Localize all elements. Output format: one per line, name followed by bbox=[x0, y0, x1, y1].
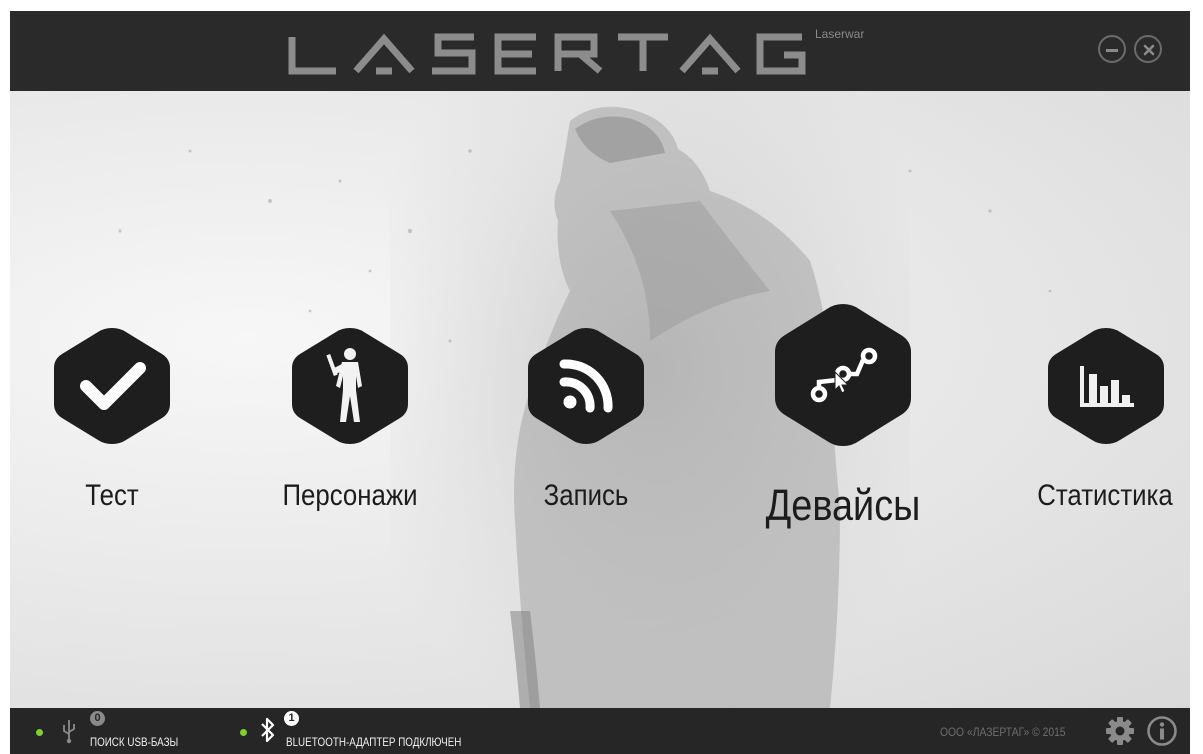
bluetooth-icon bbox=[261, 717, 275, 743]
usb-count-badge: 0 bbox=[90, 711, 105, 726]
bar-chart-icon bbox=[1048, 328, 1164, 444]
close-icon bbox=[1143, 44, 1155, 56]
usb-status-dot bbox=[36, 729, 43, 736]
check-icon bbox=[54, 328, 170, 444]
devices-chain-icon bbox=[775, 304, 911, 446]
menu-label-record: Запись bbox=[543, 479, 629, 512]
main-menu-area: Тест Персонажи Запись Девайсы Статистика bbox=[10, 91, 1190, 708]
minimize-button[interactable] bbox=[1098, 35, 1126, 63]
soldier-icon bbox=[292, 328, 408, 444]
copyright-text: ООО «ЛАЗЕРТАГ» © 2015 bbox=[940, 725, 1066, 739]
rss-icon bbox=[528, 328, 644, 444]
close-button[interactable] bbox=[1134, 35, 1162, 63]
menu-item-record[interactable]: Запись bbox=[486, 91, 686, 708]
usb-icon bbox=[63, 720, 75, 744]
bluetooth-count-badge: 1 bbox=[284, 711, 299, 726]
menu-label-test: Тест bbox=[85, 479, 139, 512]
menu-item-statistics[interactable]: Статистика bbox=[1010, 91, 1190, 708]
menu-item-test[interactable]: Тест bbox=[12, 91, 212, 708]
gear-icon[interactable] bbox=[1105, 716, 1135, 746]
menu-item-devices[interactable]: Девайсы bbox=[730, 91, 956, 708]
menu-label-characters: Персонажи bbox=[282, 479, 418, 512]
bluetooth-status-dot bbox=[240, 729, 247, 736]
app-window: Laserwar Тест Персонажи Запись Девайсы С… bbox=[10, 11, 1190, 754]
title-bar[interactable]: Laserwar bbox=[10, 11, 1190, 91]
menu-item-characters[interactable]: Персонажи bbox=[250, 91, 450, 708]
menu-label-statistics: Статистика bbox=[1037, 479, 1173, 512]
usb-status-text: ПОИСК USB-БАЗЫ bbox=[90, 735, 179, 749]
bluetooth-status-text: BLUETOOTH-АДАПТЕР ПОДКЛЮЧЕН bbox=[286, 735, 462, 749]
logo-subtitle: Laserwar bbox=[815, 27, 865, 41]
status-bar: 0 ПОИСК USB-БАЗЫ 1 BLUETOOTH-АДАПТЕР ПОД… bbox=[10, 708, 1190, 754]
info-icon[interactable] bbox=[1146, 715, 1178, 747]
menu-label-devices: Девайсы bbox=[765, 481, 921, 530]
lasertag-logo bbox=[288, 33, 806, 75]
